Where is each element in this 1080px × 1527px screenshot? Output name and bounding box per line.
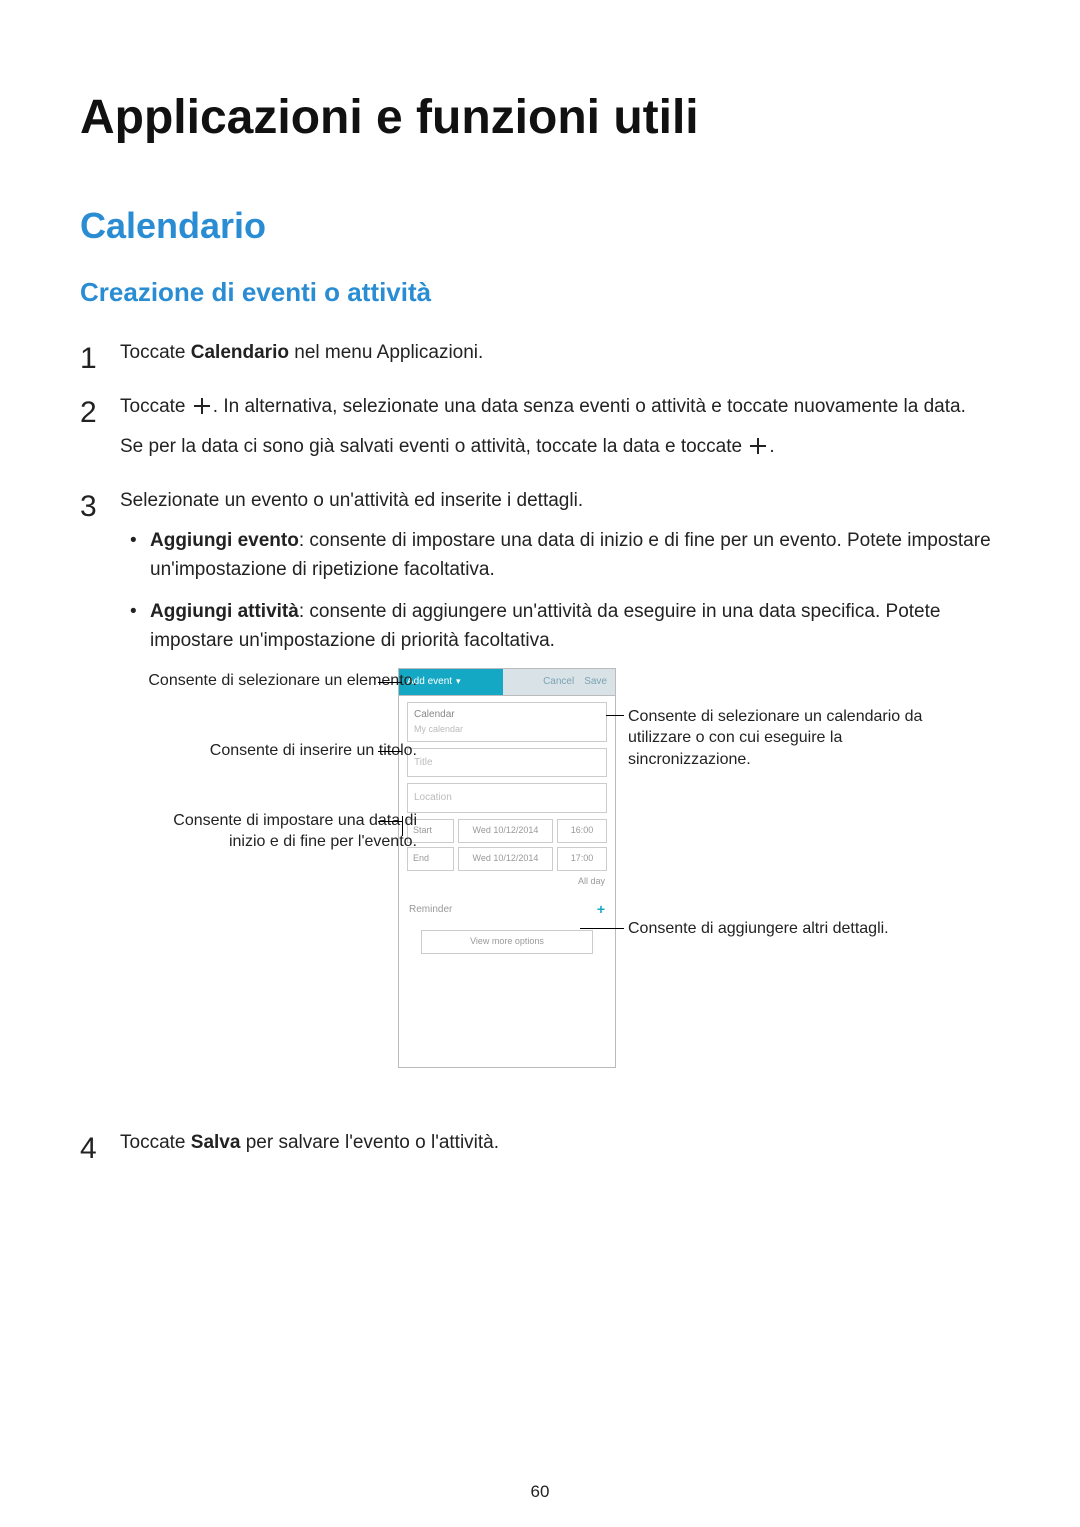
bullet-aggiungi-attivita: Aggiungi attività: consente di aggiunger… [130, 597, 1000, 656]
mock-end-time: 17:00 [557, 847, 607, 871]
mock-calendar-field: Calendar My calendar [407, 702, 607, 742]
mock-start-time: 16:00 [557, 819, 607, 843]
leader-line [606, 715, 624, 716]
bullet-aggiungi-evento: Aggiungi evento: consente di impostare u… [130, 526, 1000, 585]
mock-cancel: Cancel [543, 674, 574, 690]
leader-line [378, 751, 402, 752]
step-2: Toccate . In alternativa, selezionate un… [80, 392, 1000, 461]
mock-calendar-sub: My calendar [414, 723, 600, 737]
callout-more-details: Consente di aggiungere altri dettagli. [628, 918, 928, 940]
mock-tabbar: Add event ▾ Cancel Save [399, 669, 615, 696]
bold-label: Aggiungi evento [150, 530, 299, 551]
mock-viewmore: View more options [421, 930, 593, 954]
subsection-title: Creazione di eventi o attività [80, 277, 1000, 308]
text: Se per la data ci sono già salvati event… [120, 436, 747, 457]
step-3: Selezionate un evento o un'attività ed i… [80, 486, 1000, 1087]
mock-save: Save [584, 674, 607, 690]
callout-start-end-date: Consente di impostare una data di inizio… [137, 810, 417, 853]
mock-reminder-label: Reminder [409, 902, 452, 918]
page-number: 60 [0, 1482, 1080, 1502]
callout-figure: Add event ▾ Cancel Save Calendar My cale… [120, 668, 1000, 1088]
bold-label: Aggiungi attività [150, 601, 299, 622]
mock-start-date: Wed 10/12/2014 [458, 819, 553, 843]
bold-salva: Salva [191, 1132, 241, 1153]
bullet-list: Aggiungi evento: consente di impostare u… [130, 526, 1000, 656]
text: per salvare l'evento o l'attività. [240, 1132, 499, 1153]
phone-mock: Add event ▾ Cancel Save Calendar My cale… [398, 668, 616, 1068]
text: Toccate [120, 342, 191, 363]
callout-enter-title: Consente di inserire un titolo. [137, 740, 417, 762]
mock-allday: All day [399, 875, 605, 889]
step-1: Toccate Calendario nel menu Applicazioni… [80, 338, 1000, 367]
leader-line [378, 821, 402, 822]
section-title: Calendario [80, 205, 1000, 247]
leader-line [378, 682, 402, 683]
step-4: Toccate Salva per salvare l'evento o l'a… [80, 1128, 1000, 1157]
dropdown-icon: ▾ [456, 675, 461, 689]
plus-icon [749, 437, 767, 455]
mock-end-date: Wed 10/12/2014 [458, 847, 553, 871]
mock-calendar-label: Calendar [414, 707, 600, 723]
bold-calendario: Calendario [191, 342, 289, 363]
mock-title-input: Title [407, 748, 607, 778]
plus-icon [193, 397, 211, 415]
text: Selezionate un evento o un'attività ed i… [120, 486, 1000, 515]
callout-select-calendar: Consente di selezionare un calendario da… [628, 706, 928, 771]
text: Toccate [120, 1132, 191, 1153]
mock-reminder-row: Reminder + [409, 899, 605, 921]
text: . [769, 436, 774, 457]
text: nel menu Applicazioni. [289, 342, 483, 363]
leader-line [580, 928, 624, 929]
page-title: Applicazioni e funzioni utili [80, 90, 1000, 145]
step-list: Toccate Calendario nel menu Applicazioni… [80, 338, 1000, 1157]
text: . In alternativa, selezionate una data s… [213, 396, 966, 417]
mock-location-input: Location [407, 783, 607, 813]
leader-line [402, 816, 403, 836]
callout-select-item: Consente di selezionare un elemento. [137, 670, 417, 692]
plus-icon: + [597, 899, 605, 921]
mock-tab-actions: Cancel Save [503, 669, 615, 695]
text: Toccate [120, 396, 191, 417]
